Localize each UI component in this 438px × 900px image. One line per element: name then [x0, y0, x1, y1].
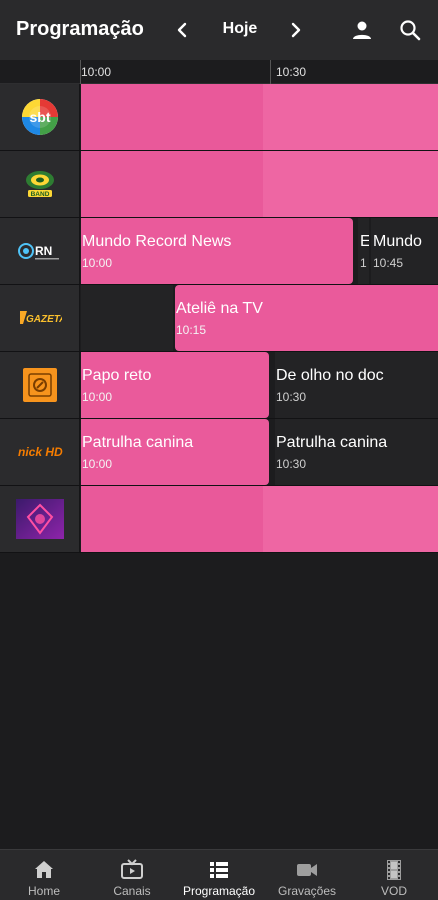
search-icon [400, 20, 421, 41]
program-cell-live[interactable]: Mundo Record News 10:00 [81, 218, 353, 284]
search-button[interactable] [398, 18, 422, 42]
video-camera-icon [297, 864, 317, 876]
channel-logo-music[interactable] [0, 486, 80, 552]
program-cell[interactable]: E 1 [358, 218, 369, 284]
program-title: Mundo Record News [82, 233, 232, 250]
nav-label: Canais [113, 884, 151, 898]
channel-row-nick-hd: nick HD Patrulha canina 10:00 Patrulha c… [0, 419, 438, 486]
channel-logo-band[interactable]: BAND [0, 151, 80, 217]
page-title: Programação [16, 18, 144, 40]
program-title: E [360, 233, 369, 250]
futura-logo-icon [22, 368, 57, 402]
nav-canais[interactable]: Canais [88, 850, 176, 900]
user-icon [353, 21, 371, 39]
program-time: 10:45 [373, 256, 404, 270]
music-channel-logo-icon [15, 499, 64, 539]
nav-label: VOD [380, 884, 407, 898]
nav-programacao[interactable]: Programação [175, 850, 263, 900]
channel-logo-nick-hd[interactable]: nick HD [0, 419, 80, 485]
program-title: Papo reto [82, 367, 152, 384]
program-time: 10:15 [176, 323, 207, 337]
program-cell-highlight [263, 486, 438, 552]
nav-label: Home [27, 884, 60, 898]
program-title: Patrulha canina [276, 434, 388, 451]
next-day-button[interactable] [284, 16, 308, 44]
channel-row-band: BAND [0, 151, 438, 218]
program-cell-live[interactable]: Papo reto 10:00 [81, 352, 269, 418]
program-time: 10:30 [276, 390, 307, 404]
program-strip: Ateliê na TV 10:15 [81, 285, 438, 351]
program-cell-live[interactable] [81, 84, 438, 150]
program-title: Patrulha canina [82, 434, 194, 451]
svg-text:GAZETA: GAZETA [26, 314, 62, 325]
app-root: Programação Hoje 10:00 10:30 sbt BAND RN… [0, 0, 438, 900]
program-time: 10:00 [82, 256, 113, 270]
program-strip [81, 84, 438, 150]
previous-day-button[interactable] [170, 16, 194, 44]
program-cell[interactable]: Patrulha canina 10:30 [275, 419, 438, 485]
tv-icon [121, 859, 143, 879]
date-label[interactable]: Hoje [210, 20, 270, 38]
time-ruler: 10:00 10:30 [0, 60, 438, 84]
film-icon [387, 860, 401, 880]
nav-home[interactable]: Home [0, 850, 88, 900]
program-title: Mundo [373, 233, 422, 250]
program-cell[interactable]: De olho no doc 10:30 [275, 352, 438, 418]
nav-vod[interactable]: VOD [350, 850, 438, 900]
band-logo-icon: BAND [25, 171, 54, 198]
profile-button[interactable] [350, 18, 374, 42]
channel-row-gazeta: GAZETA Ateliê na TV 10:15 [0, 285, 438, 352]
time-tick: 10:00 [81, 65, 112, 79]
record-news-logo-icon: RN [17, 243, 59, 260]
program-cell-highlight [263, 84, 438, 150]
chevron-right-icon [291, 22, 301, 38]
channel-row-music [0, 486, 438, 553]
chevron-left-icon [177, 22, 187, 38]
program-strip: Papo reto 10:00 De olho no doc 10:30 [81, 352, 438, 418]
sbt-logo-icon: sbt [21, 99, 58, 135]
program-cell[interactable] [81, 285, 173, 351]
svg-text:sbt: sbt [29, 109, 50, 125]
program-cell-live[interactable] [81, 151, 438, 217]
nick-hd-logo-icon: nick HD [18, 445, 63, 459]
svg-text:BAND: BAND [30, 191, 49, 198]
top-app-bar: Programação Hoje [0, 0, 438, 60]
program-time: 10:30 [276, 457, 307, 471]
nav-gravacoes[interactable]: Gravações [263, 850, 351, 900]
home-icon [35, 861, 53, 878]
program-time: 10:00 [82, 457, 113, 471]
channel-row-record-news: RN Mundo Record News 10:00 E 1 Mundo 10:… [0, 218, 438, 285]
channel-logo-futura[interactable] [0, 352, 80, 418]
program-cell[interactable]: Mundo 10:45 [371, 218, 438, 284]
bottom-navigation: Home Canais Programação Gravações VOD [0, 849, 438, 900]
time-divider [270, 60, 271, 84]
program-cell-live[interactable]: Patrulha canina 10:00 [81, 419, 269, 485]
program-time: 1 [360, 256, 367, 270]
program-time: 10:00 [82, 390, 113, 404]
channel-row-futura: Papo reto 10:00 De olho no doc 10:30 [0, 352, 438, 419]
svg-text:RN: RN [35, 244, 52, 258]
program-cell-live[interactable]: Ateliê na TV 10:15 [175, 285, 438, 351]
gazeta-logo-icon: GAZETA [19, 311, 62, 325]
program-cell-live[interactable] [81, 486, 438, 552]
nav-label: Gravações [277, 884, 337, 898]
channel-logo-record-news[interactable]: RN [0, 218, 80, 284]
guide-list-icon [210, 862, 228, 878]
program-cell-highlight [263, 151, 438, 217]
channel-logo-sbt[interactable]: sbt [0, 84, 80, 150]
time-tick: 10:30 [276, 65, 307, 79]
program-strip: Patrulha canina 10:00 Patrulha canina 10… [81, 419, 438, 485]
svg-text:nick HD: nick HD [18, 445, 63, 459]
channel-logo-gazeta[interactable]: GAZETA [0, 285, 80, 351]
program-strip [81, 151, 438, 217]
program-strip [81, 486, 438, 552]
nav-label: Programação [182, 884, 256, 898]
program-title: Ateliê na TV [176, 300, 263, 317]
program-title: De olho no doc [276, 367, 384, 384]
program-strip: Mundo Record News 10:00 E 1 Mundo 10:45 [81, 218, 438, 284]
channel-row-sbt: sbt [0, 84, 438, 151]
